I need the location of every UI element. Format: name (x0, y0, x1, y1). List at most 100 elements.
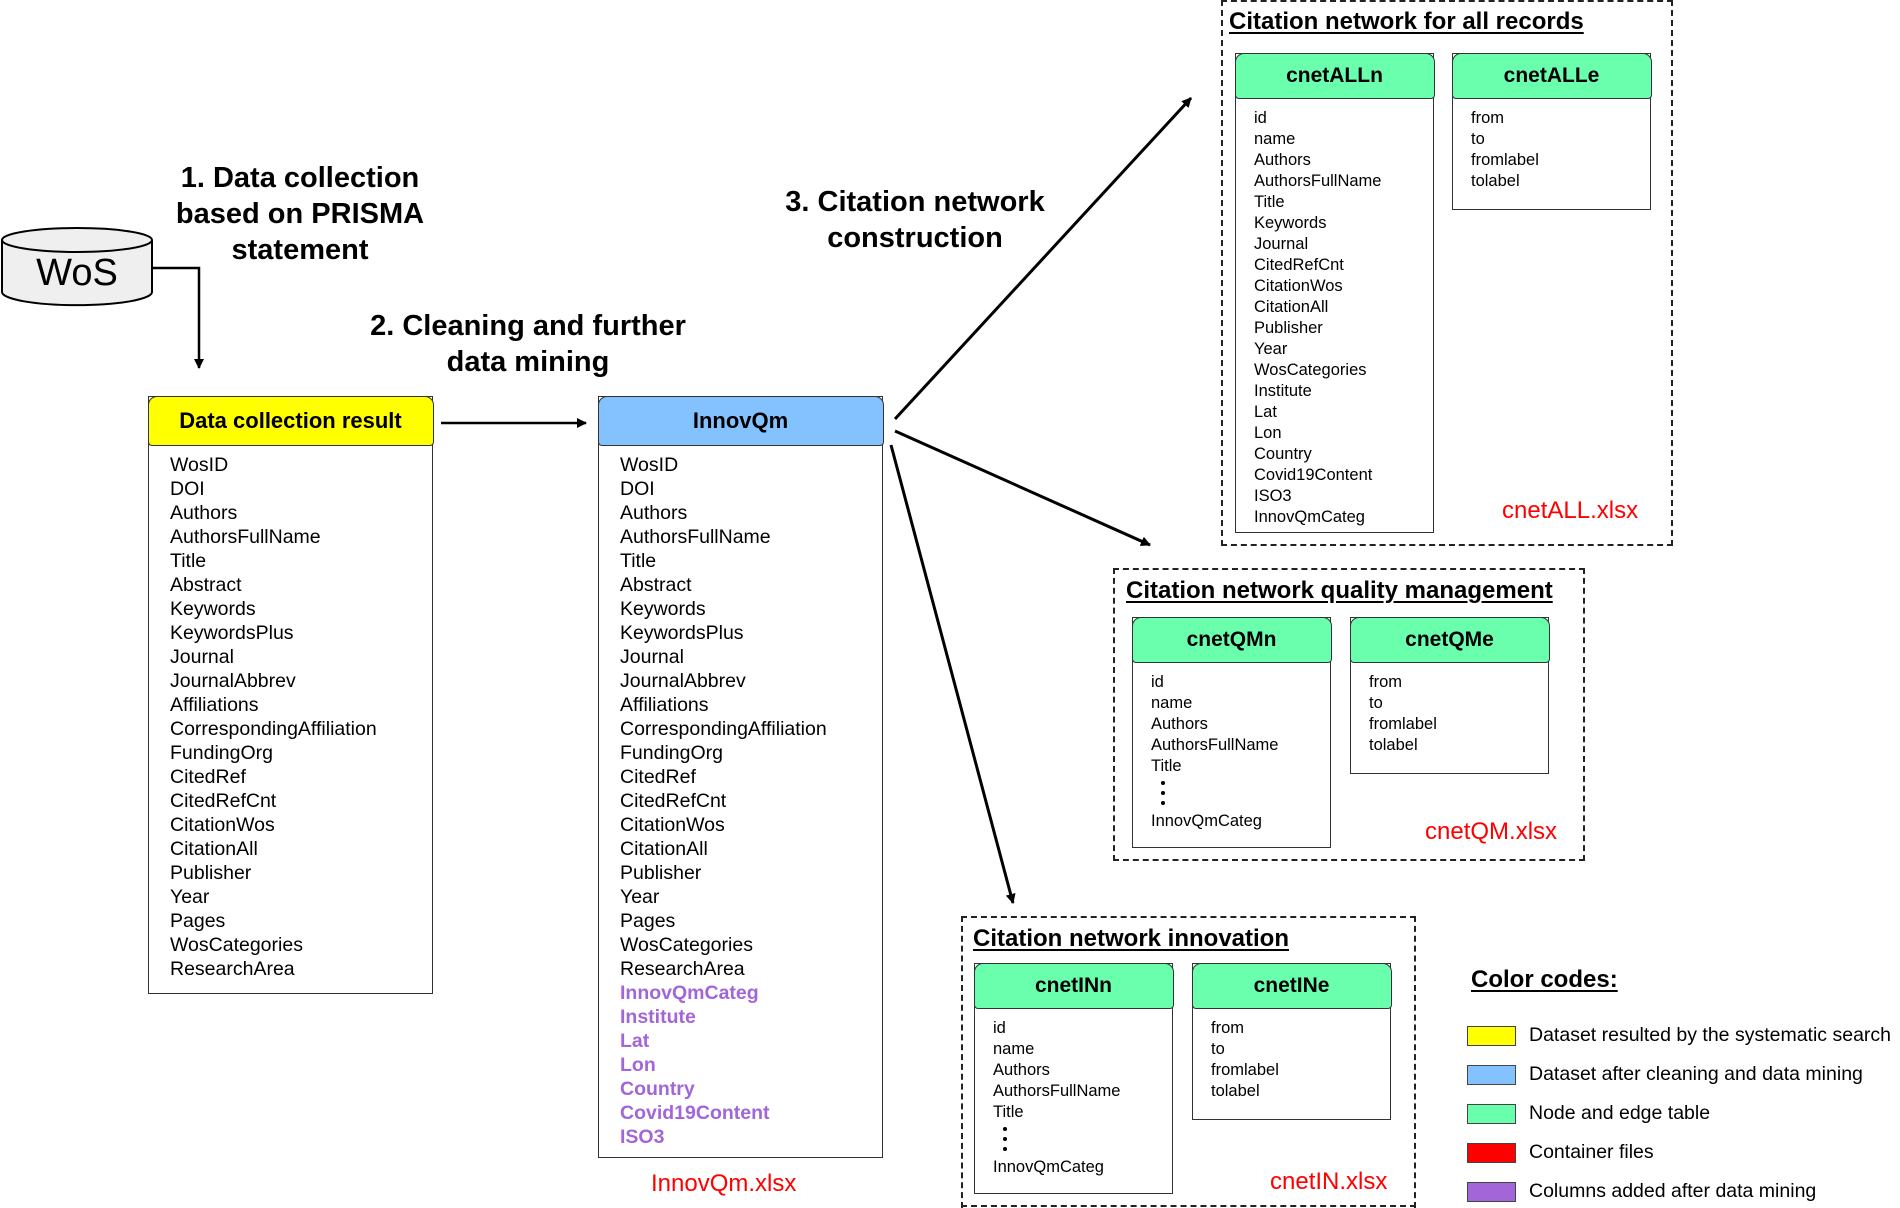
legend-label: Node and edge table (1529, 1102, 1711, 1124)
step-1-title: 1. Data collection based on PRISMA state… (175, 162, 425, 266)
column-name: InnovQmCateg (1254, 508, 1365, 526)
column-name: WosCategories (1254, 361, 1367, 379)
column-name: Lon (1254, 424, 1282, 442)
legend-item: Columns added after data mining (1467, 1180, 1816, 1203)
arrow-wos-to-collection (152, 266, 204, 369)
added-column-name: Institute (620, 1006, 696, 1028)
arrow-innovqm-to-cnetqm (894, 429, 1151, 547)
table-innovqm: InnovQm WosID DOI Authors AuthorsFullName Ti… (597, 395, 884, 1158)
table-cnetalle: cnetALLe from to fromlabel tolabel (1451, 52, 1652, 210)
column-name: WosCategories (620, 934, 753, 956)
file-label-cnetqm: cnetQM.xlsx (1425, 818, 1558, 845)
table-title: Data collection result (179, 407, 402, 433)
column-name: Affiliations (620, 694, 709, 716)
table-header: cnetALLe (1451, 52, 1652, 99)
added-column-name: Lon (620, 1054, 656, 1076)
color-swatch-icon (1467, 1181, 1516, 1202)
added-column-name: InnovQmCateg (620, 982, 759, 1004)
arrow-innovqm-to-cnetin (889, 444, 1016, 904)
color-swatch-icon (1467, 1025, 1516, 1046)
legend-label: Container files (1529, 1141, 1654, 1163)
column-list: from to fromlabel tolabel (1351, 672, 1548, 756)
column-name: Institute (1254, 382, 1312, 400)
color-swatch-icon (1467, 1103, 1516, 1124)
step-2-title: 2. Cleaning and further data mining (370, 310, 686, 378)
column-name: tolabel (1471, 172, 1520, 190)
column-name: Authors (993, 1061, 1050, 1079)
column-name: tolabel (1369, 736, 1418, 754)
color-swatch-icon (1467, 1064, 1516, 1085)
column-name: to (1369, 694, 1383, 712)
wos-database: WoS (0, 226, 154, 308)
column-name: id (1254, 109, 1267, 127)
added-column-name: Lat (620, 1030, 650, 1052)
table-header: Data collection result (147, 395, 434, 446)
column-name: Journal (170, 646, 234, 668)
column-name: Abstract (170, 574, 242, 596)
column-name: Title (170, 550, 207, 572)
table-cnetalln: cnetALLn id name Authors AuthorsFullName Tit… (1234, 52, 1435, 533)
column-name: Publisher (620, 862, 702, 884)
ellipsis-icon (1003, 1127, 1009, 1151)
column-name: CitedRefCnt (620, 790, 727, 812)
table-data-collection-result: Data collection result WosID DOI Authors Au… (147, 395, 434, 994)
column-name: to (1211, 1040, 1225, 1058)
column-name: fromlabel (1211, 1061, 1279, 1079)
column-name: DOI (620, 478, 655, 500)
column-name: Title (620, 550, 657, 572)
column-name: Keywords (620, 598, 706, 620)
legend-item: Node and edge table (1467, 1102, 1710, 1125)
column-list: id name Authors AuthorsFullName Title InnovQ… (975, 1018, 1172, 1178)
column-name: CorrespondingAffiliation (620, 718, 827, 740)
added-column-name: Country (620, 1078, 695, 1100)
column-name: name (993, 1040, 1035, 1058)
ellipsis-icon (1161, 781, 1167, 805)
table-title: cnetQMe (1405, 627, 1494, 651)
column-list: WosID DOI Authors AuthorsFullName Title Abstr… (599, 453, 882, 1149)
column-name: Publisher (170, 862, 252, 884)
column-name: from (1471, 109, 1504, 127)
column-name: Keywords (170, 598, 256, 620)
column-name: name (1254, 130, 1296, 148)
column-name: Title (1151, 757, 1182, 775)
table-header: cnetQMe (1349, 616, 1550, 663)
column-name: Year (1254, 340, 1288, 358)
column-name: WosCategories (170, 934, 303, 956)
column-name: Abstract (620, 574, 692, 596)
legend-item: Dataset after cleaning and data mining (1467, 1063, 1863, 1086)
column-name: id (993, 1019, 1006, 1037)
column-name: CitedRef (620, 766, 696, 788)
container-title-cnetall: Citation network for all records (1229, 8, 1584, 35)
column-name: Publisher (1254, 319, 1323, 337)
column-name: AuthorsFullName (1151, 736, 1279, 754)
legend-label: Columns added after data mining (1529, 1180, 1817, 1202)
column-name: InnovQmCateg (993, 1158, 1104, 1176)
column-name: Lat (1254, 403, 1277, 421)
column-name: CitationWos (1254, 277, 1343, 295)
legend-item: Container files (1467, 1141, 1654, 1164)
column-name: AuthorsFullName (1254, 172, 1382, 190)
column-name: CitationAll (1254, 298, 1329, 316)
file-label-cnetall: cnetALL.xlsx (1502, 497, 1639, 524)
column-name: Affiliations (170, 694, 259, 716)
legend-title: Color codes: (1471, 966, 1618, 993)
column-name: ResearchArea (620, 958, 745, 980)
table-title: cnetALLe (1503, 63, 1600, 87)
column-name: KeywordsPlus (170, 622, 294, 644)
column-name: CorrespondingAffiliation (170, 718, 377, 740)
table-cnetqmn: cnetQMn id name Authors AuthorsFullName Titl… (1131, 616, 1332, 848)
color-swatch-icon (1467, 1142, 1516, 1163)
step-3-title: 3. Citation network construction (785, 186, 1045, 254)
column-name: CitedRefCnt (1254, 256, 1344, 274)
column-name: JournalAbbrev (620, 670, 746, 692)
column-name: CitationWos (170, 814, 275, 836)
file-label-innovqm: InnovQm.xlsx (651, 1170, 797, 1197)
column-name: Authors (1254, 151, 1311, 169)
column-name: Year (620, 886, 660, 908)
column-name: tolabel (1211, 1082, 1260, 1100)
column-name: AuthorsFullName (993, 1082, 1121, 1100)
column-name: fromlabel (1471, 151, 1539, 169)
column-name: CitedRef (170, 766, 246, 788)
column-name: Covid19Content (1254, 466, 1373, 484)
column-name: fromlabel (1369, 715, 1437, 733)
